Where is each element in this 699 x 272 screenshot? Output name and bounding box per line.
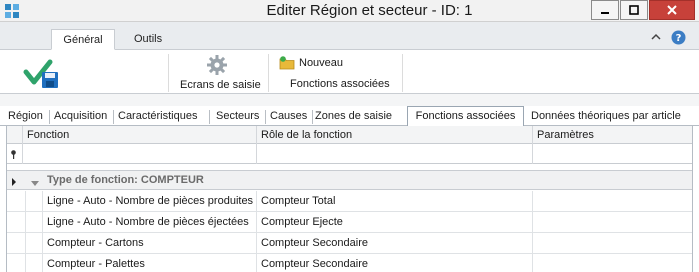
- tab-separator: [312, 110, 313, 124]
- help-icon[interactable]: ?: [671, 30, 686, 45]
- group-label: Type de fonction: COMPTEUR: [47, 174, 204, 186]
- ribbon-separator: [268, 54, 269, 92]
- tab-separator: [49, 110, 50, 124]
- gear-icon: [206, 54, 228, 79]
- row-indicator: [7, 212, 26, 233]
- cell-fonction: Ligne - Auto - Nombre de pièces éjectées: [42, 212, 256, 233]
- cell-fonction: Ligne - Auto - Nombre de pièces produite…: [42, 191, 256, 212]
- tab-causes[interactable]: Causes: [270, 108, 307, 126]
- ribbon-panel: Ecrans de saisie Nouveau Fonctions assoc…: [0, 50, 699, 94]
- ribbon-tab-bar: Général Outils ?: [0, 22, 699, 50]
- table-row[interactable]: Compteur - Cartons Compteur Secondaire: [7, 233, 692, 254]
- tab-secteurs[interactable]: Secteurs: [216, 108, 259, 126]
- svg-text:?: ?: [676, 33, 682, 44]
- column-header-role[interactable]: Rôle de la fonction: [256, 126, 532, 144]
- row-indicator-header: [7, 126, 22, 144]
- tab-zones-de-saisie[interactable]: Zones de saisie: [315, 108, 392, 126]
- fonctions-associees-group-label: Fonctions associées: [290, 78, 390, 90]
- cell-role: Compteur Ejecte: [256, 212, 532, 233]
- column-header-fonction[interactable]: Fonction: [22, 126, 256, 144]
- page-tab-bar: Région Acquisition Caractéristiques Sect…: [0, 106, 699, 127]
- ribbon-separator: [402, 54, 403, 92]
- group-collapse-icon[interactable]: [31, 178, 39, 190]
- ribbon-gap: [0, 94, 699, 106]
- tab-outils[interactable]: Outils: [122, 29, 174, 50]
- cell-parametres: [532, 254, 692, 272]
- save-button[interactable]: [22, 56, 62, 90]
- tab-fonctions-associees[interactable]: Fonctions associées: [407, 106, 524, 127]
- row-indicator-arrow-icon: [11, 177, 17, 189]
- cell-parametres: [532, 191, 692, 212]
- chevron-up-icon[interactable]: [651, 32, 661, 44]
- filter-row[interactable]: [7, 144, 692, 164]
- cell-parametres: [532, 233, 692, 254]
- ecrans-de-saisie-label: Ecrans de saisie: [180, 79, 261, 91]
- grid-header: Fonction Rôle de la fonction Paramètres: [7, 126, 692, 144]
- cell-fonction: Compteur - Cartons: [42, 233, 256, 254]
- minimize-button[interactable]: [591, 0, 619, 20]
- close-button[interactable]: [649, 0, 695, 20]
- row-indicator: [7, 233, 26, 254]
- cell-role: Compteur Secondaire: [256, 254, 532, 272]
- group-row[interactable]: Type de fonction: COMPTEUR: [7, 170, 692, 190]
- row-indicator: [7, 191, 26, 212]
- fonctions-grid: Fonction Rôle de la fonction Paramètres …: [6, 126, 693, 272]
- tab-separator: [209, 110, 210, 124]
- tab-caracteristiques[interactable]: Caractéristiques: [118, 108, 197, 126]
- ribbon-separator: [168, 54, 169, 92]
- title-bar: Editer Région et secteur - ID: 1: [0, 0, 699, 22]
- tab-general[interactable]: Général: [51, 29, 115, 50]
- maximize-button[interactable]: [620, 0, 648, 20]
- tab-region[interactable]: Région: [8, 108, 43, 126]
- tab-donnees-theoriques[interactable]: Données théoriques par article: [531, 108, 681, 126]
- close-icon: [667, 5, 677, 15]
- grid-divider: [256, 144, 257, 164]
- table-row[interactable]: Ligne - Auto - Nombre de pièces éjectées…: [7, 212, 692, 233]
- nouveau-label: Nouveau: [299, 57, 344, 69]
- ecrans-de-saisie-button[interactable]: Ecrans de saisie: [176, 52, 261, 94]
- grid-divider: [22, 144, 23, 164]
- tab-acquisition[interactable]: Acquisition: [54, 108, 107, 126]
- filter-pin-icon: [10, 150, 17, 162]
- table-row[interactable]: Ligne - Auto - Nombre de pièces produite…: [7, 191, 692, 212]
- new-folder-icon: [279, 56, 296, 73]
- cell-parametres: [532, 212, 692, 233]
- tab-separator: [113, 110, 114, 124]
- table-row[interactable]: Compteur - Palettes Compteur Secondaire: [7, 254, 692, 272]
- cell-fonction: Compteur - Palettes: [42, 254, 256, 272]
- column-header-parametres[interactable]: Paramètres: [532, 126, 692, 144]
- row-indicator: [7, 254, 26, 272]
- cell-role: Compteur Total: [256, 191, 532, 212]
- cell-role: Compteur Secondaire: [256, 233, 532, 254]
- grid-divider: [532, 144, 533, 164]
- tab-separator: [265, 110, 266, 124]
- save-check-icon: [23, 59, 58, 88]
